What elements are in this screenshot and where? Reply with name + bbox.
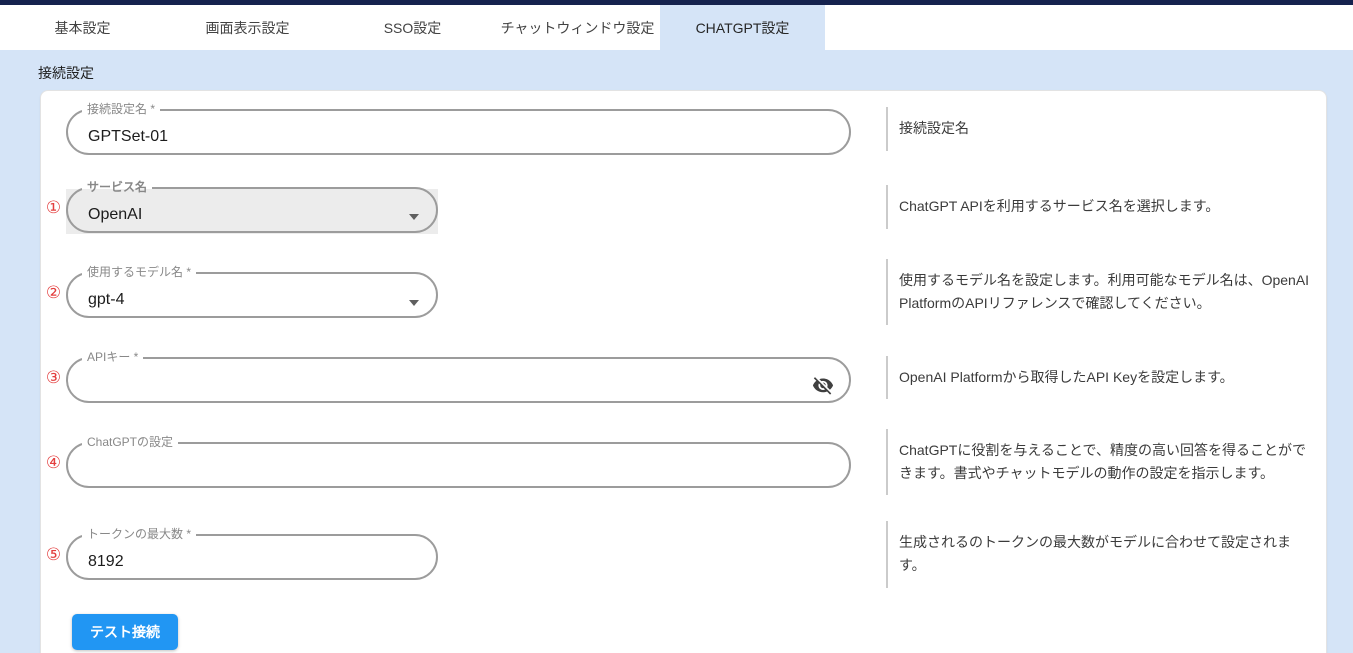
section-title-connection-settings: 接続設定	[38, 63, 1327, 83]
row-model-name: ② 使用するモデル名 * gpt-4 使用するモデル名を設定します。利用可能なモ…	[41, 259, 1326, 325]
chatgpt-config-input[interactable]	[70, 459, 847, 484]
field-label: トークンの最大数 *	[87, 527, 191, 541]
row-marker-1: ①	[41, 199, 66, 216]
field-label: ChatGPTの設定	[87, 435, 173, 449]
help-model-name: 使用するモデル名を設定します。利用可能なモデル名は、OpenAI Platfor…	[886, 259, 1326, 325]
model-name-value: gpt-4	[70, 289, 434, 314]
help-max-tokens: 生成されるのトークンの最大数がモデルに合わせて設定されます。	[886, 521, 1326, 587]
row-marker-2: ②	[41, 284, 66, 301]
chevron-down-icon	[409, 300, 419, 306]
tab-display-settings[interactable]: 画面表示設定	[165, 5, 330, 50]
chatgpt-settings-page: 接続設定 接続設定名 * 接続設定名 ① サービス名 OpenAI	[0, 63, 1353, 653]
field-label: 接続設定名 *	[87, 102, 155, 116]
max-tokens-field[interactable]: トークンの最大数 *	[66, 528, 438, 580]
test-connection-button[interactable]: テスト接続	[72, 614, 178, 650]
row-api-key: ③ APIキー * OpenAI Platformから取得したAPI Keyを設…	[41, 351, 1326, 403]
row-service-name: ① サービス名 OpenAI ChatGPT APIを利用するサービス名を選択し…	[41, 181, 1326, 233]
connection-settings-card: 接続設定名 * 接続設定名 ① サービス名 OpenAI ChatGPT API…	[40, 90, 1327, 653]
max-tokens-input[interactable]	[70, 552, 434, 577]
settings-tab-bar: 基本設定 画面表示設定 SSO設定 チャットウィンドウ設定 CHATGPT設定	[0, 5, 1353, 50]
tab-basic-settings[interactable]: 基本設定	[0, 5, 165, 50]
field-label: APIキー *	[87, 350, 138, 364]
help-service-name: ChatGPT APIを利用するサービス名を選択します。	[886, 185, 1326, 228]
row-max-tokens: ⑤ トークンの最大数 * 生成されるのトークンの最大数がモデルに合わせて設定され…	[41, 521, 1326, 587]
row-chatgpt-config: ④ ChatGPTの設定 ChatGPTに役割を与えることで、精度の高い回答を得…	[41, 429, 1326, 495]
row-connection-name: 接続設定名 * 接続設定名	[41, 103, 1326, 155]
tab-chatgpt-settings[interactable]: CHATGPT設定	[660, 5, 825, 50]
visibility-off-icon[interactable]	[811, 373, 835, 397]
row-test-button: テスト接続	[41, 614, 1326, 650]
tab-sso-settings[interactable]: SSO設定	[330, 5, 495, 50]
row-marker-5: ⑤	[41, 546, 66, 563]
api-key-field[interactable]: APIキー *	[66, 351, 851, 403]
connection-name-field[interactable]: 接続設定名 *	[66, 103, 851, 155]
field-label: サービス名	[87, 180, 147, 194]
model-name-select[interactable]: 使用するモデル名 * gpt-4	[66, 266, 438, 318]
help-chatgpt-config: ChatGPTに役割を与えることで、精度の高い回答を得ることができます。書式やチ…	[886, 429, 1326, 495]
help-api-key: OpenAI Platformから取得したAPI Keyを設定します。	[886, 356, 1326, 399]
row-marker-3: ③	[41, 369, 66, 386]
connection-name-input[interactable]	[70, 126, 847, 151]
row-marker-4: ④	[41, 454, 66, 471]
api-key-input[interactable]	[70, 374, 847, 399]
field-label: 使用するモデル名 *	[87, 265, 191, 279]
help-connection-name: 接続設定名	[886, 107, 1326, 150]
service-name-value: OpenAI	[70, 204, 434, 229]
chatgpt-config-field[interactable]: ChatGPTの設定	[66, 436, 851, 488]
service-name-select[interactable]: サービス名 OpenAI	[66, 181, 438, 233]
chevron-down-icon	[409, 214, 419, 220]
tab-chat-window-settings[interactable]: チャットウィンドウ設定	[495, 5, 660, 50]
